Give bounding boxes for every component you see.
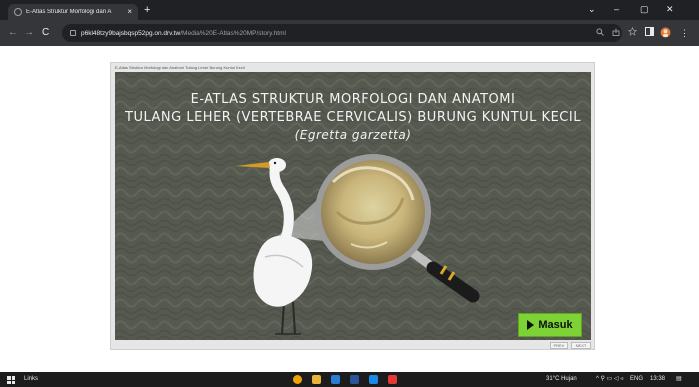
address-url: p6kl48tzy9bajsbqsp52pg.on.drv.tw/Media%2… [81,30,286,37]
reload-button[interactable]: C [42,27,49,39]
profile-avatar[interactable] [660,27,671,41]
enter-button[interactable]: Masuk [518,313,582,337]
file-explorer-icon[interactable] [312,375,321,384]
share-icon[interactable] [612,27,620,39]
close-window-button[interactable]: ✕ [666,3,674,15]
lock-icon [70,30,76,36]
url-host: p6kl48tzy9bajsbqsp52pg.on.drv.tw [81,29,181,37]
player-title: E-Atlas Struktur Morfologi dan Anatomi T… [115,65,245,70]
url-path: /Media%20E-Atlas%20MP/story.html [180,29,286,37]
forward-button[interactable]: → [24,27,34,39]
enter-button-label: Masuk [538,319,573,331]
word-icon[interactable] [350,375,359,384]
browser-tabstrip: E-Atlas Struktur Morfologi dan A × + ⌄ –… [0,0,699,20]
notification-icon[interactable]: ▤ [676,375,682,384]
new-tab-button[interactable]: + [144,4,150,16]
windows-taskbar: Links 31°C Hujan ^ ⚲ ▭ ◁ ◃ ENG 13:38 ▤ [0,372,699,387]
search-icon[interactable] [596,27,604,39]
clock[interactable]: 13:38 [650,375,665,384]
next-button[interactable]: NEXT [571,342,591,349]
globe-icon [14,8,22,16]
play-arrow-icon [527,320,535,330]
system-tray-icons[interactable]: ^ ⚲ ▭ ◁ ◃ [596,375,623,384]
prev-button[interactable]: PREV [550,342,568,349]
sidepanel-icon[interactable] [645,27,654,39]
weather-widget[interactable]: 31°C Hujan [546,375,577,384]
app-icon-red[interactable] [388,375,397,384]
address-bar[interactable]: p6kl48tzy9bajsbqsp52pg.on.drv.tw/Media%2… [62,24,622,42]
slide-title-line-1: E-ATLAS STRUKTUR MORFOLOGI DAN ANATOMI [190,92,516,107]
app-icon-store[interactable] [369,375,378,384]
browser-toolbar: ← → C p6kl48tzy9bajsbqsp52pg.on.drv.tw/M… [0,20,699,46]
links-toolbar[interactable]: Links [24,375,38,384]
language-indicator[interactable]: ENG [630,375,643,384]
presentation-player: E-Atlas Struktur Morfologi dan Anatomi T… [110,62,595,350]
menu-kebab-icon[interactable]: ⋮ [680,27,689,39]
minimize-button[interactable]: – [614,3,619,15]
tab-search-icon[interactable]: ⌄ [588,3,596,15]
app-icon-blue[interactable] [331,375,340,384]
tab-title: E-Atlas Struktur Morfologi dan A [26,9,112,15]
chrome-app-icon[interactable] [293,375,302,384]
bookmark-star-icon[interactable] [627,26,638,39]
page-content: E-Atlas Struktur Morfologi dan Anatomi T… [0,46,699,372]
browser-tab[interactable]: E-Atlas Struktur Morfologi dan A × [8,4,138,20]
slide-title-line-3: (Egretta garzetta) [294,128,412,142]
windows-start-icon[interactable] [7,376,15,384]
title-slide: E-ATLAS STRUKTUR MORFOLOGI DAN ANATOMI T… [115,72,591,340]
restore-button[interactable]: ▢ [640,3,649,15]
tab-close-icon[interactable]: × [127,8,132,16]
back-button[interactable]: ← [8,27,18,39]
slide-title-line-2: TULANG LEHER (VERTEBRAE CERVICALIS) BURU… [125,110,581,125]
